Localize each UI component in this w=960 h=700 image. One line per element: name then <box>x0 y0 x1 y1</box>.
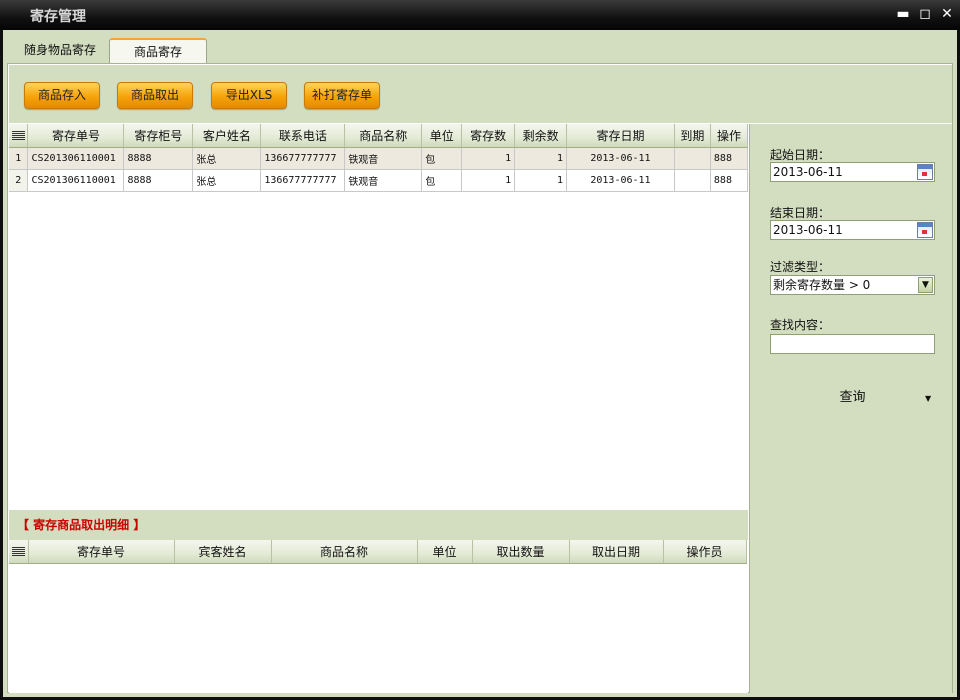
cell-expiry <box>674 169 711 192</box>
main-frame: 随身物品寄存 商品寄存 商品存入 商品取出 导出XLS 补打寄存单 寄存单号 寄… <box>3 30 957 697</box>
row-selector-header[interactable] <box>9 124 29 148</box>
cell-deposit-no: CS201306110001 <box>27 169 125 192</box>
search-input[interactable] <box>770 334 935 354</box>
filter-type-select[interactable]: 剩余寄存数量 > 0 ▼ <box>770 275 935 295</box>
start-date-value: 2013-06-11 <box>773 165 843 179</box>
cell-deposit-qty: 1 <box>461 169 516 192</box>
tab-personal-items[interactable]: 随身物品寄存 <box>12 38 108 63</box>
tab-goods-deposit[interactable]: 商品寄存 <box>109 38 207 63</box>
deposit-table: 寄存单号 寄存柜号 客户姓名 联系电话 商品名称 单位 寄存数 剩余数 寄存日期… <box>9 124 749 192</box>
col-header[interactable]: 商品名称 <box>271 540 418 564</box>
cell-deposit-date: 2013-06-11 <box>566 169 675 192</box>
cell-product: 铁观音 <box>344 147 423 170</box>
toolbar: 商品存入 商品取出 导出XLS 补打寄存单 <box>9 65 952 123</box>
cell-operator: 888 <box>710 169 749 192</box>
end-date-field[interactable]: 2013-06-11 <box>770 220 935 240</box>
col-header[interactable]: 操作员 <box>663 540 747 564</box>
cell-deposit-no: CS201306110001 <box>27 147 125 170</box>
col-header[interactable]: 联系电话 <box>260 124 346 148</box>
cell-expiry <box>674 147 711 170</box>
cell-phone: 136677777777 <box>260 169 346 192</box>
deposit-button[interactable]: 商品存入 <box>24 82 100 109</box>
withdraw-detail-table: 寄存单号 宾客姓名 商品名称 单位 取出数量 取出日期 操作员 <box>9 540 747 564</box>
table-row[interactable]: 2 CS201306110001 8888 张总 136677777777 铁观… <box>9 169 749 192</box>
search-label: 查找内容： <box>770 318 831 332</box>
filter-type-label: 过滤类型： <box>770 260 831 274</box>
col-header[interactable]: 取出日期 <box>569 540 664 564</box>
maximize-button[interactable]: ◻ <box>915 4 935 24</box>
detail-section-title: 【 寄存商品取出明细 】 <box>9 510 748 540</box>
cell-locker-no: 8888 <box>123 169 194 192</box>
calendar-icon[interactable] <box>917 164 933 180</box>
query-button[interactable]: 查询 <box>770 386 935 410</box>
row-number: 2 <box>9 169 29 192</box>
end-date-value: 2013-06-11 <box>773 223 843 237</box>
start-date-label: 起始日期： <box>770 148 831 162</box>
cell-customer: 张总 <box>192 147 262 170</box>
cell-product: 铁观音 <box>344 169 423 192</box>
col-header[interactable]: 宾客姓名 <box>174 540 272 564</box>
close-button[interactable]: ✕ <box>937 4 957 24</box>
cell-customer: 张总 <box>192 169 262 192</box>
export-xls-button[interactable]: 导出XLS <box>211 82 287 109</box>
dropdown-arrow-icon[interactable]: ▼ <box>925 386 931 410</box>
calendar-icon[interactable] <box>917 222 933 238</box>
col-header[interactable]: 单位 <box>417 540 473 564</box>
cell-locker-no: 8888 <box>123 147 194 170</box>
col-header[interactable]: 寄存日期 <box>566 124 675 148</box>
row-number: 1 <box>9 147 29 170</box>
window-title: 寄存管理 <box>30 9 86 25</box>
col-header[interactable]: 客户姓名 <box>192 124 262 148</box>
col-header[interactable]: 寄存柜号 <box>123 124 194 148</box>
col-header[interactable]: 操作 <box>710 124 749 148</box>
col-header[interactable]: 取出数量 <box>472 540 570 564</box>
deposit-grid: 寄存单号 寄存柜号 客户姓名 联系电话 商品名称 单位 寄存数 剩余数 寄存日期… <box>9 124 749 509</box>
start-date-field[interactable]: 2013-06-11 <box>770 162 935 182</box>
cell-deposit-date: 2013-06-11 <box>566 147 675 170</box>
col-header[interactable]: 到期 <box>674 124 711 148</box>
chevron-down-icon[interactable]: ▼ <box>918 277 933 293</box>
minimize-button[interactable]: ▬ <box>893 4 913 24</box>
cell-deposit-qty: 1 <box>461 147 516 170</box>
list-icon <box>11 547 25 557</box>
list-icon <box>11 131 25 141</box>
cell-remaining-qty: 1 <box>514 169 568 192</box>
table-row[interactable]: 1 CS201306110001 8888 张总 136677777777 铁观… <box>9 147 749 170</box>
title-bar: 寄存管理 ▬ ◻ ✕ <box>0 0 960 30</box>
filter-type-value: 剩余寄存数量 > 0 <box>773 278 871 292</box>
withdraw-detail-grid: 寄存单号 宾客姓名 商品名称 单位 取出数量 取出日期 操作员 <box>9 540 748 693</box>
end-date-label: 结束日期： <box>770 206 831 220</box>
tab-content: 商品存入 商品取出 导出XLS 补打寄存单 寄存单号 寄存柜号 客户姓名 联系电… <box>7 63 953 693</box>
col-header[interactable]: 商品名称 <box>344 124 423 148</box>
tab-bar: 随身物品寄存 商品寄存 <box>6 30 954 63</box>
row-selector-header[interactable] <box>9 540 29 564</box>
col-header[interactable]: 剩余数 <box>514 124 568 148</box>
col-header[interactable]: 寄存单号 <box>27 124 125 148</box>
filter-panel: 起始日期： 2013-06-11 结束日期： 2013-06-11 过滤类型： … <box>749 124 952 693</box>
cell-operator: 888 <box>710 147 749 170</box>
withdraw-button[interactable]: 商品取出 <box>117 82 193 109</box>
reprint-slip-button[interactable]: 补打寄存单 <box>304 82 380 109</box>
col-header[interactable]: 寄存数 <box>461 124 516 148</box>
cell-remaining-qty: 1 <box>514 147 568 170</box>
col-header[interactable]: 单位 <box>421 124 463 148</box>
cell-unit: 包 <box>421 169 463 192</box>
cell-unit: 包 <box>421 147 463 170</box>
col-header[interactable]: 寄存单号 <box>28 540 175 564</box>
cell-phone: 136677777777 <box>260 147 346 170</box>
